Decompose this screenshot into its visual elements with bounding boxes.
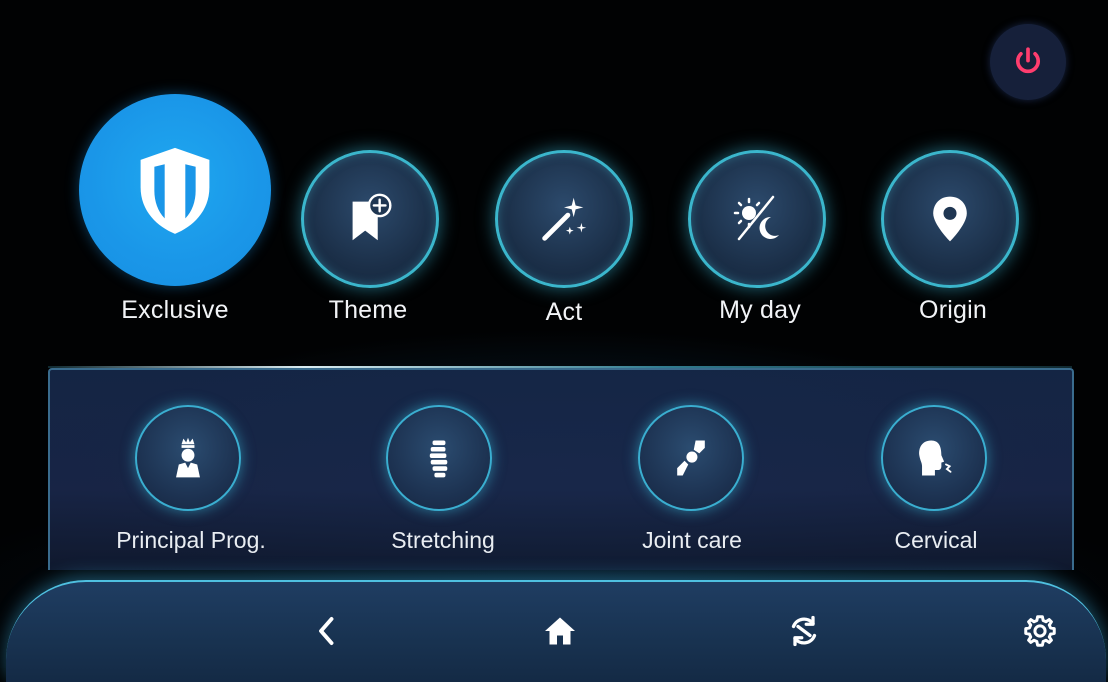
- bookmark-add-icon: [352, 193, 392, 241]
- panel-highlight: [48, 366, 1072, 368]
- gear-icon: [1024, 615, 1056, 647]
- back-button[interactable]: [299, 606, 355, 656]
- power-icon: [1015, 47, 1041, 74]
- sync-icon: [791, 615, 817, 647]
- menu-item-my-day[interactable]: [688, 150, 826, 288]
- program-label-stretching: Stretching: [391, 527, 495, 553]
- home-icon: [545, 617, 575, 645]
- sync-button[interactable]: [776, 606, 832, 656]
- program-item-stretching[interactable]: [386, 405, 492, 511]
- program-label-cervical: Cervical: [894, 527, 978, 553]
- program-item-cervical[interactable]: [881, 405, 987, 511]
- program-label-principal: Principal Prog.: [116, 527, 266, 553]
- menu-label-origin: Origin: [919, 296, 987, 324]
- menu-item-theme[interactable]: [301, 150, 439, 288]
- shield-icon: [140, 147, 210, 234]
- spine-icon: [429, 440, 448, 478]
- power-button[interactable]: [990, 24, 1066, 100]
- settings-button[interactable]: [1012, 606, 1068, 656]
- crowned-person-icon: [176, 437, 200, 478]
- menu-label-theme: Theme: [328, 296, 408, 324]
- program-item-joint-care[interactable]: [638, 405, 744, 511]
- program-item-principal[interactable]: [135, 405, 241, 511]
- head-neck-icon: [919, 440, 952, 476]
- menu-item-act[interactable]: [495, 150, 633, 288]
- joint-icon: [677, 440, 705, 476]
- magic-wand-icon: [542, 197, 587, 241]
- chevron-left-icon: [319, 617, 334, 645]
- home-button[interactable]: [532, 606, 588, 656]
- program-label-joint-care: Joint care: [642, 527, 742, 553]
- menu-item-exclusive[interactable]: [79, 94, 271, 286]
- menu-item-origin[interactable]: [881, 150, 1019, 288]
- menu-label-my-day: My day: [719, 296, 801, 324]
- location-pin-icon: [933, 196, 967, 242]
- menu-label-exclusive: Exclusive: [121, 296, 229, 324]
- menu-label-act: Act: [545, 298, 583, 326]
- day-night-icon: [733, 195, 779, 241]
